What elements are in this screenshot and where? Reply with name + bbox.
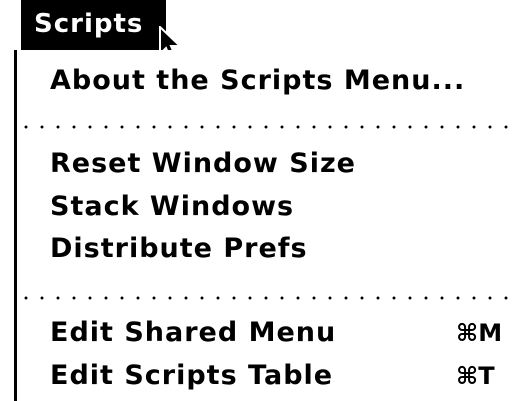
- menu-item-reset-window-size[interactable]: Reset Window Size: [50, 147, 356, 181]
- menu-separator: [18, 296, 518, 300]
- menu-item-about-scripts-menu[interactable]: About the Scripts Menu...: [50, 64, 465, 98]
- menu-separator: [18, 125, 518, 129]
- shortcut-edit-scripts-table: ⌘T: [456, 362, 495, 390]
- menu-item-stack-windows[interactable]: Stack Windows: [50, 190, 294, 224]
- menu-item-edit-scripts-table[interactable]: Edit Scripts Table: [50, 359, 333, 393]
- menu-item-edit-shared-menu[interactable]: Edit Shared Menu: [50, 316, 336, 350]
- menu-item-distribute-prefs[interactable]: Distribute Prefs: [50, 232, 308, 266]
- shortcut-edit-shared-menu: ⌘M: [456, 319, 503, 347]
- menu-title[interactable]: Scripts: [34, 10, 143, 38]
